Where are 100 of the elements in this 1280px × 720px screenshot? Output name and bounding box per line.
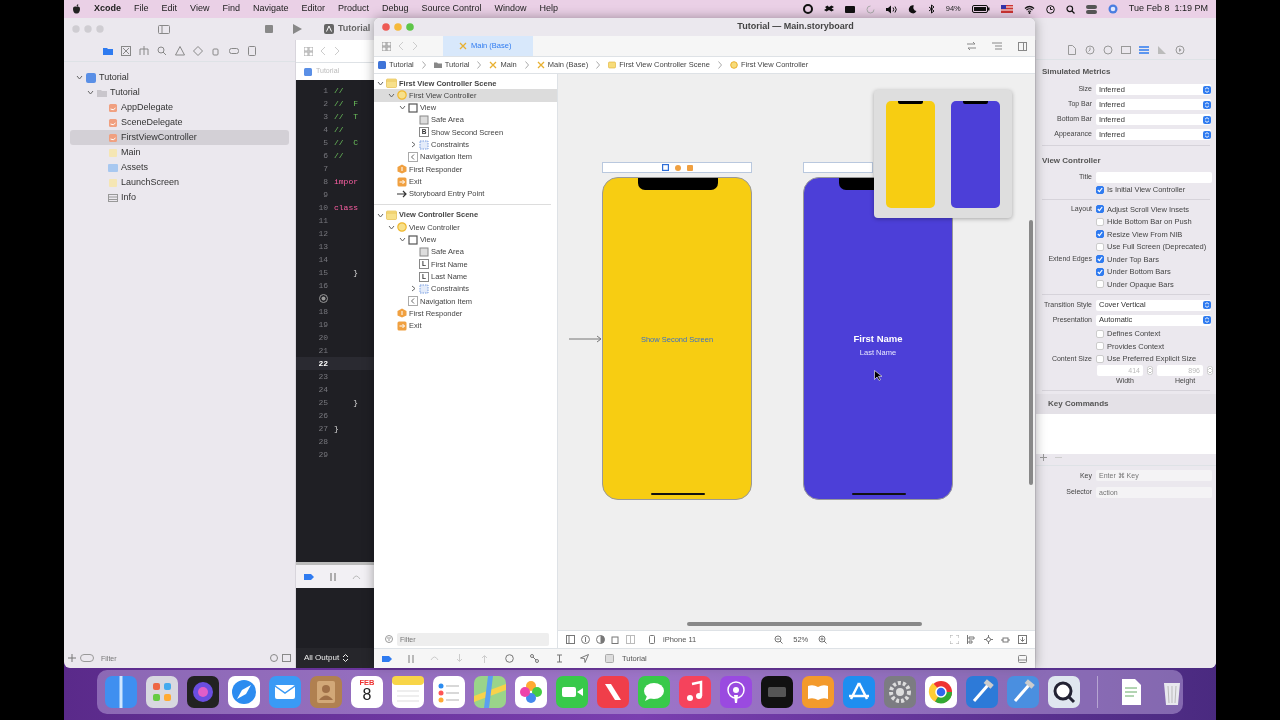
music-note-icon[interactable] [679, 676, 711, 708]
orb-icon[interactable] [187, 676, 219, 708]
disclosure-icon[interactable] [76, 74, 83, 81]
video-camera-icon[interactable] [556, 676, 588, 708]
checkbox[interactable] [1096, 354, 1104, 363]
menu-item[interactable]: Window [494, 2, 527, 16]
run-icon[interactable] [293, 24, 302, 34]
orb-icon[interactable] [1107, 4, 1118, 14]
pause-icon[interactable] [408, 654, 414, 663]
ring-icon[interactable] [925, 676, 957, 708]
folder-icon[interactable] [102, 45, 113, 56]
menu-item[interactable]: Product [337, 2, 369, 16]
disclosure-icon[interactable] [377, 79, 384, 87]
disclosure-icon[interactable] [87, 89, 94, 96]
logo-icon[interactable] [72, 4, 81, 14]
document-icon[interactable] [1067, 44, 1077, 55]
pause-icon[interactable] [330, 572, 336, 581]
zoom-icon[interactable] [406, 23, 414, 31]
dollar-circle-icon[interactable] [581, 635, 590, 644]
help-icon[interactable] [1103, 44, 1113, 55]
grid-icon[interactable] [146, 676, 178, 708]
scheme-menu[interactable]: Tutorial [338, 22, 371, 36]
hierarchy-icon[interactable] [138, 45, 149, 56]
warning-icon[interactable] [174, 45, 185, 56]
navigator-item[interactable]: Assets [70, 160, 289, 175]
checkbox[interactable] [1096, 205, 1104, 214]
navigator-item[interactable]: Tutorial [70, 85, 289, 100]
checkbox[interactable] [1096, 280, 1104, 289]
envelope-icon[interactable] [269, 676, 301, 708]
filter-icon[interactable] [80, 654, 94, 662]
bluetooth-icon[interactable] [927, 4, 935, 14]
graph-icon[interactable] [530, 654, 539, 663]
checkbox[interactable] [1096, 342, 1104, 351]
map-icon[interactable] [474, 676, 506, 708]
menu-item[interactable]: Find [222, 2, 240, 16]
breakpoint-icon[interactable] [319, 294, 328, 303]
hammer-icon[interactable] [1007, 676, 1039, 708]
menu-item[interactable]: Help [539, 2, 559, 16]
breakpoint-icon[interactable] [382, 655, 392, 662]
close-icon[interactable] [382, 23, 390, 31]
disclosure-icon[interactable] [399, 104, 406, 112]
navigator-item[interactable]: SceneDelegate [70, 115, 289, 130]
focus-icon[interactable] [950, 635, 959, 644]
menu-item[interactable]: Edit [161, 2, 178, 16]
arrow-circle-icon[interactable] [1175, 44, 1185, 55]
swap-icon[interactable] [967, 41, 976, 50]
disclosure-icon[interactable] [399, 236, 406, 244]
panel-icon[interactable] [282, 654, 291, 662]
report-icon[interactable] [246, 45, 257, 56]
checkbox[interactable] [1096, 242, 1104, 251]
grid-icon[interactable] [382, 41, 391, 51]
tag-icon[interactable] [228, 45, 239, 56]
box-icon[interactable] [823, 4, 834, 14]
minimap-thumbnail[interactable] [886, 100, 935, 208]
menu-clock[interactable]: Tue Feb 8 1:19 PM [1128, 2, 1208, 16]
search-icon[interactable] [1065, 4, 1075, 14]
scrollbar[interactable] [1029, 220, 1033, 485]
wifi-icon[interactable] [1023, 4, 1035, 14]
filter-icon[interactable] [385, 635, 393, 643]
breakpoint-icon[interactable] [304, 573, 314, 580]
broadcast-icon[interactable] [720, 676, 752, 708]
hammer-icon[interactable] [966, 676, 998, 708]
minimap-thumbnail[interactable] [951, 100, 1000, 208]
stepper-icon[interactable] [1207, 366, 1213, 375]
sidebar-icon[interactable] [158, 24, 170, 34]
align-icon[interactable] [967, 635, 976, 644]
location-icon[interactable] [580, 654, 589, 663]
checkbox[interactable] [1096, 217, 1104, 226]
entry-arrow[interactable] [569, 335, 602, 343]
app-menu[interactable]: Xcode [94, 2, 121, 16]
zoom-out-icon[interactable] [774, 635, 784, 644]
sidebar-icon[interactable] [566, 635, 575, 644]
checkbox[interactable] [1096, 255, 1104, 264]
panel-icon[interactable] [1018, 41, 1027, 51]
title-label[interactable]: First Name [804, 332, 952, 347]
panel-icon[interactable] [1018, 654, 1027, 663]
lines-icon[interactable] [992, 41, 1002, 50]
control-center-icon[interactable] [1085, 4, 1097, 14]
id-card-icon[interactable] [1121, 44, 1131, 55]
menu-item[interactable]: Source Control [421, 2, 482, 16]
disclosure-icon[interactable] [410, 141, 417, 149]
output-menu[interactable]: All Output [304, 652, 349, 664]
tv-icon[interactable] [761, 676, 793, 708]
add-icon[interactable] [1040, 453, 1047, 461]
open-book-icon[interactable] [802, 676, 834, 708]
navigator-item[interactable]: AppDelegate [70, 100, 289, 115]
zoom-in-icon[interactable] [818, 635, 828, 644]
checklist-icon[interactable] [433, 676, 465, 708]
menu-item[interactable]: View [190, 2, 210, 16]
sliders-icon[interactable] [1139, 44, 1149, 55]
navigator-item[interactable]: FirstViewController [70, 130, 289, 145]
scene-dock[interactable] [803, 162, 873, 173]
battery-icon[interactable] [971, 5, 990, 13]
view-debug-icon[interactable] [505, 654, 514, 663]
flower-icon[interactable] [515, 676, 547, 708]
scrollbar[interactable] [687, 622, 922, 626]
checkbox[interactable] [1096, 329, 1104, 338]
flag-icon[interactable] [1000, 5, 1013, 13]
disclosure-icon[interactable] [388, 223, 395, 231]
menu-item[interactable]: File [134, 2, 149, 16]
